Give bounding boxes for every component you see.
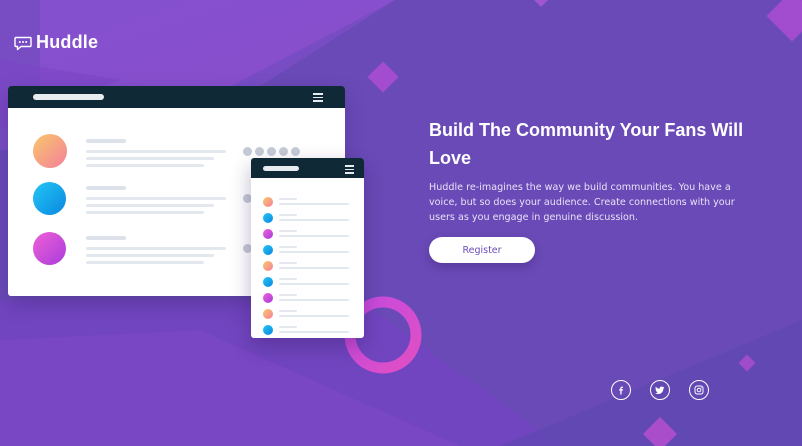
hamburger-icon: [313, 93, 323, 104]
mockup-avatar-magenta: [33, 232, 66, 265]
mockup-mobile-window: [251, 158, 364, 338]
logo[interactable]: Huddle: [14, 32, 98, 53]
facebook-link[interactable]: [611, 380, 631, 400]
chat-bubble-icon: [14, 36, 32, 50]
mockup-line: [279, 278, 297, 280]
mockup-line: [279, 299, 349, 301]
mockup-mini-avatar: [263, 309, 273, 319]
mockup-dot: [291, 147, 300, 156]
mockup-mini-avatar: [263, 325, 273, 335]
mockup-line: [86, 197, 226, 200]
mockup-title-bar: [8, 86, 345, 108]
mockup-mini-avatar: [263, 197, 273, 207]
mockup-line: [279, 267, 349, 269]
twitter-icon: [655, 386, 665, 394]
mockup-line: [279, 230, 297, 232]
mockup-mini-avatar: [263, 229, 273, 239]
hamburger-icon: [345, 165, 354, 176]
mockup-line: [86, 139, 126, 143]
mockup-line: [279, 235, 349, 237]
hero-title: Build The Community Your Fans Will Love: [429, 120, 744, 168]
mockup-line: [279, 246, 297, 248]
mockup-mini-avatar: [263, 277, 273, 287]
mockup-line: [279, 214, 297, 216]
mockup-line: [279, 251, 349, 253]
mockup-line: [86, 261, 204, 264]
mockup-line: [86, 236, 126, 240]
mockup-mini-avatar: [263, 261, 273, 271]
mockup-line: [86, 164, 204, 167]
mockup-line: [86, 186, 126, 190]
mockup-line: [279, 315, 349, 317]
mockup-mobile-title-bar: [251, 158, 364, 178]
mockup-line: [279, 294, 297, 296]
mockup-line: [86, 254, 214, 257]
mockup-mini-avatar: [263, 213, 273, 223]
mockup-line: [86, 204, 214, 207]
mockup-title-placeholder: [33, 94, 104, 100]
facebook-icon: [619, 386, 623, 395]
mockup-avatar-orange: [33, 134, 67, 168]
mockup-line: [279, 283, 349, 285]
mockup-line: [279, 310, 297, 312]
logo-text: Huddle: [36, 32, 99, 52]
mockup-line: [279, 203, 349, 205]
instagram-icon: [694, 385, 704, 395]
mockup-mini-avatar: [263, 245, 273, 255]
mockup-title-placeholder: [263, 166, 299, 171]
instagram-link[interactable]: [689, 380, 709, 400]
mockup-line: [279, 219, 349, 221]
mockup-line: [86, 247, 226, 250]
mockup-line: [86, 211, 204, 214]
mockup-avatar-blue: [33, 182, 66, 215]
mockup-line: [279, 331, 349, 333]
mockup-line: [279, 326, 297, 328]
hero-description: Huddle re-imagines the way we build comm…: [429, 182, 735, 223]
mockup-mini-avatar: [263, 293, 273, 303]
mockup-line: [279, 198, 297, 200]
mockup-dot: [255, 147, 264, 156]
mockup-dot: [267, 147, 276, 156]
mockup-dot: [243, 147, 252, 156]
mockup-line: [86, 157, 214, 160]
register-button[interactable]: Register: [429, 237, 535, 263]
twitter-link[interactable]: [650, 380, 670, 400]
mockup-line: [279, 262, 297, 264]
mockup-line: [86, 150, 226, 153]
mockup-dot: [279, 147, 288, 156]
